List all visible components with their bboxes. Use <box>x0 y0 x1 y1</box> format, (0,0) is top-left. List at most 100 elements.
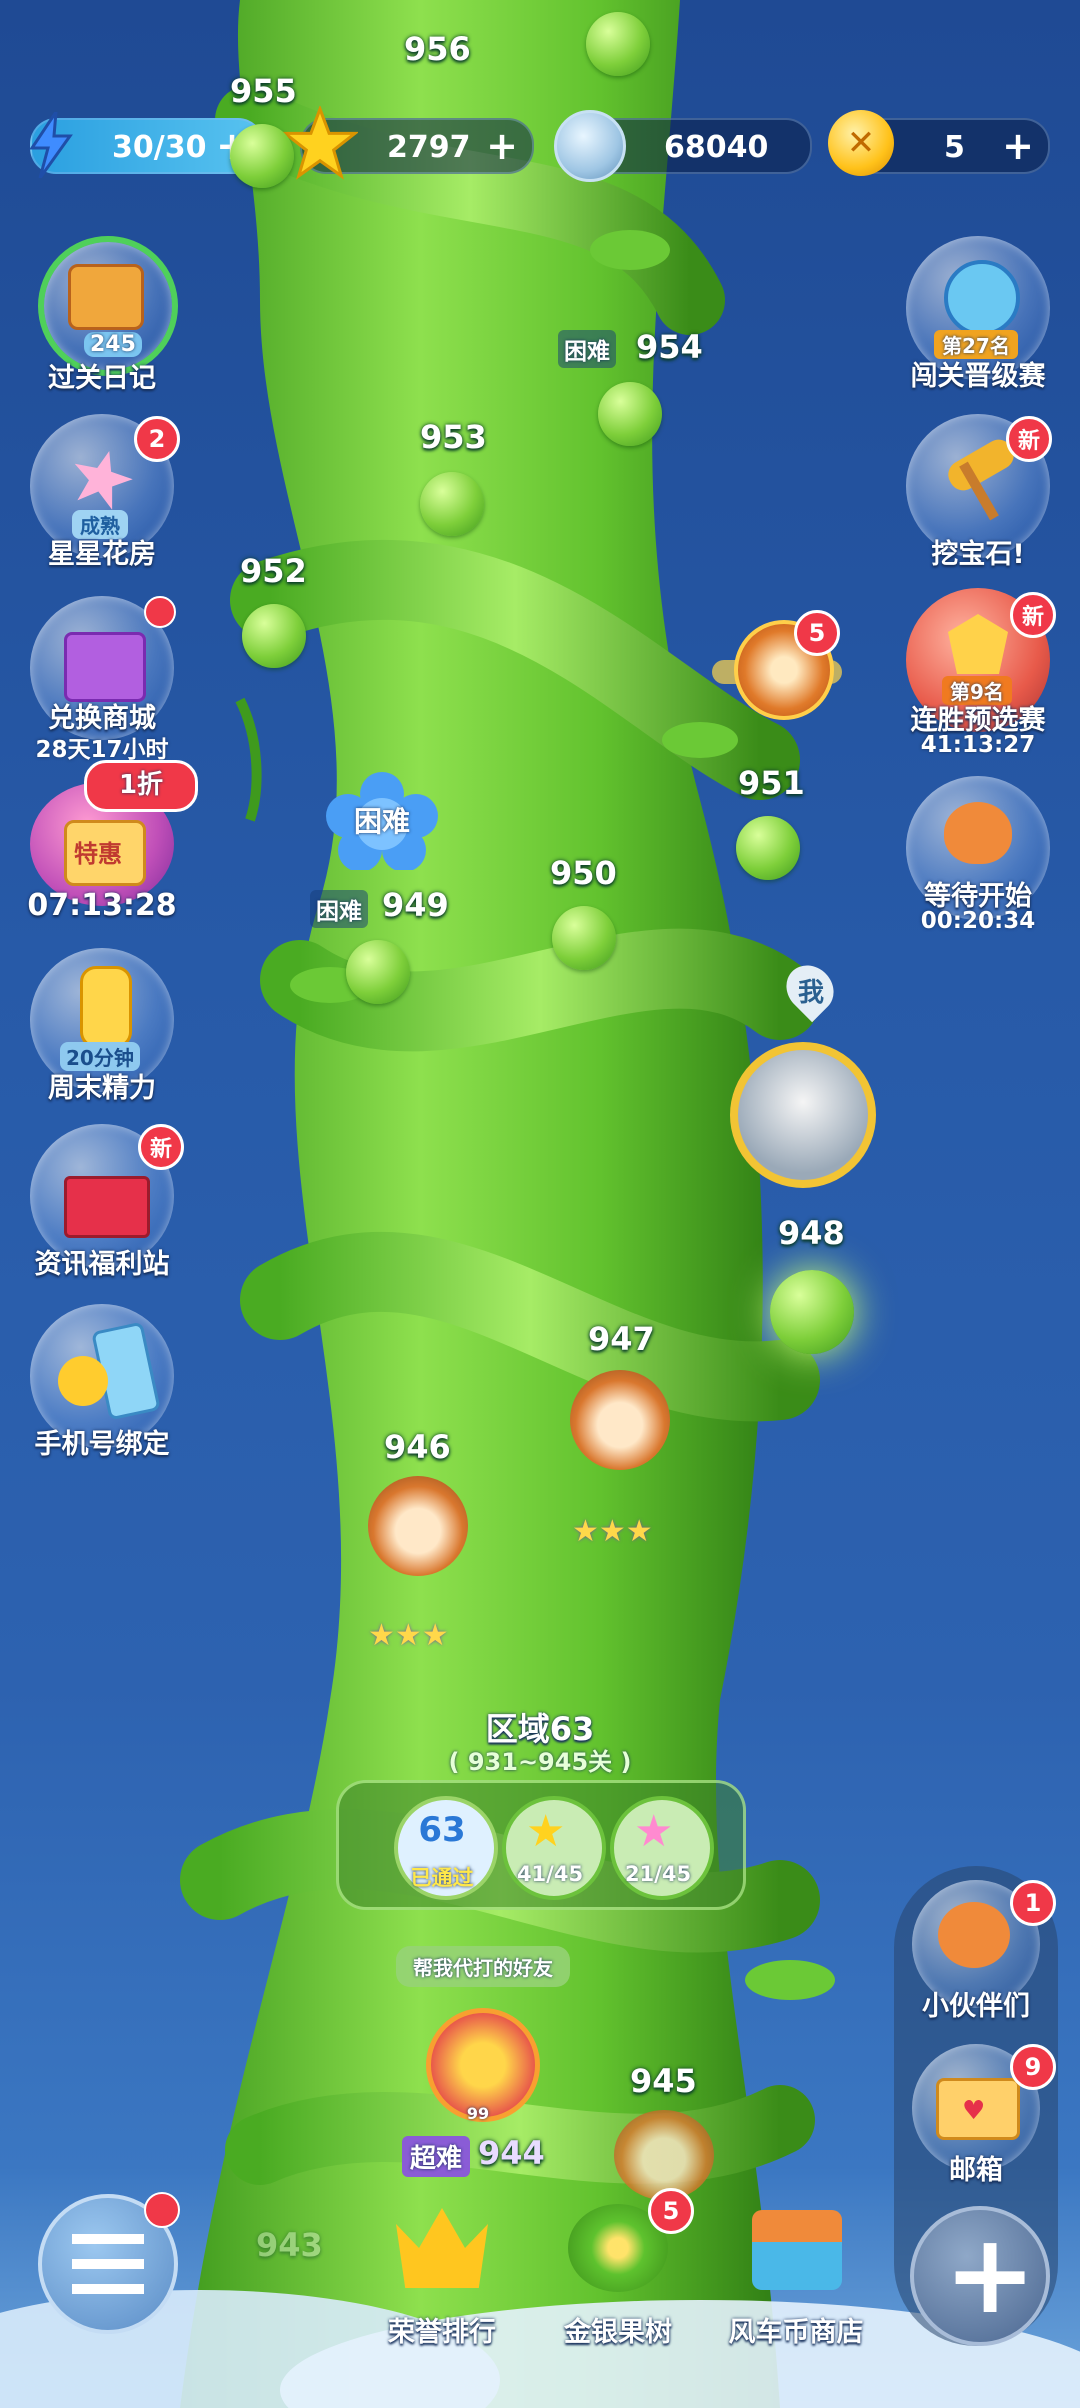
stars-value: 2797 <box>387 130 471 165</box>
exchange-shop-button[interactable]: 兑换商城 28天17小时 <box>22 592 182 763</box>
player-avatar[interactable] <box>730 1042 876 1188</box>
wait-start-button[interactable]: 等待开始 00:20:34 <box>898 772 1058 952</box>
main-menu-button[interactable] <box>38 2192 180 2334</box>
diary-button[interactable]: 245 过关日记 <box>22 232 182 394</box>
level-node-945[interactable] <box>614 2110 714 2200</box>
stars-plus-button[interactable]: + <box>486 124 518 168</box>
level-tag-944: 超难 <box>402 2136 471 2177</box>
special-offer-timer: 07:13:28 <box>27 888 177 923</box>
mail-badge: 9 <box>1010 2044 1056 2090</box>
level-number-954: 954 <box>636 328 703 366</box>
level-number-956: 956 <box>404 30 471 68</box>
fox-icon <box>944 802 1012 864</box>
level-node-954[interactable] <box>598 382 662 446</box>
crown-icon <box>396 2208 488 2288</box>
level-number-949: 949 <box>382 886 449 924</box>
hard-flower-marker: 困难 <box>322 770 442 872</box>
win-streak-button[interactable]: 第9名 新 连胜预选赛 41:13:27 <box>898 584 1058 764</box>
news-welfare-badge: 新 <box>138 1124 184 1170</box>
region-passed: 已通过 <box>410 1866 474 1890</box>
win-streak-badge: 新 <box>1010 592 1056 638</box>
windmill-shop-icon <box>752 2210 842 2290</box>
special-offer-button[interactable]: 特惠 1折 07:13:28 <box>22 758 198 928</box>
energy-counter[interactable]: 30/30 + <box>29 112 264 178</box>
level-number-946: 946 <box>384 1428 451 1466</box>
win-streak-timer: 41:13:27 <box>920 732 1036 758</box>
level-node-952[interactable] <box>242 604 306 668</box>
partners-badge: 1 <box>1010 1880 1056 1926</box>
diary-icon <box>68 264 144 330</box>
phone-bind-button[interactable]: 手机号绑定 <box>22 1300 182 1460</box>
flower-house-badge: 2 <box>134 416 180 462</box>
level-stars-946: ★★★ <box>368 1618 449 1653</box>
exchange-shop-icon <box>64 632 146 702</box>
level-race-button[interactable]: 第27名 闯关晋级赛 <box>898 232 1058 392</box>
main-menu-dot <box>144 2192 180 2228</box>
level-number-951: 951 <box>738 764 805 802</box>
region-rainbow-count: 21/45 <box>624 1862 692 1886</box>
fruit-tree-label: 金银果树 <box>564 2317 672 2348</box>
wheel-badge: 5 <box>794 610 840 656</box>
add-button[interactable]: + <box>910 2206 1050 2346</box>
phone-bind-label: 手机号绑定 <box>34 1429 170 1460</box>
level-node-948[interactable] <box>770 1270 854 1354</box>
fortune-wheel-button[interactable]: 5 <box>712 610 842 730</box>
weekend-energy-button[interactable]: 20分钟 周末精力 <box>22 944 182 1104</box>
friend-help-tooltip: 帮我代打的好友 <box>396 1946 570 1987</box>
silver-coin-icon <box>554 110 626 182</box>
level-node-947[interactable] <box>570 1370 670 1470</box>
star-icon <box>282 106 358 180</box>
level-number-948: 948 <box>778 1214 845 1252</box>
mail-button[interactable]: ♥ 9 邮箱 <box>906 2044 1056 2194</box>
exchange-shop-dot <box>144 596 176 628</box>
plus-icon: + <box>944 2210 1037 2338</box>
energy-value: 30/30 <box>112 130 207 165</box>
mail-label: 邮箱 <box>949 2155 1003 2186</box>
energy-bottle-icon <box>80 966 132 1048</box>
level-node-950[interactable] <box>552 906 616 970</box>
discount-tag: 1折 <box>84 760 198 812</box>
news-welfare-label: 资讯福利站 <box>34 1249 170 1280</box>
windmill-shop-button[interactable]: 风车币商店 <box>716 2200 876 2350</box>
region-rainbow-star-icon: ★ <box>634 1806 674 1857</box>
level-number-943: 943 <box>256 2226 323 2264</box>
flower-house-label: 星星花房 <box>48 539 156 570</box>
tickets-counter[interactable]: ✕ 5 + <box>828 110 1050 176</box>
tickets-value: 5 <box>944 130 965 165</box>
tickets-plus-button[interactable]: + <box>1002 124 1034 168</box>
lightning-icon <box>29 112 73 178</box>
region-stars-count: 41/45 <box>516 1862 584 1886</box>
dig-gems-button[interactable]: 新 挖宝石! <box>898 410 1058 570</box>
region-number: 63 <box>418 1810 466 1850</box>
me-label: 我 <box>797 978 824 1008</box>
level-node-956[interactable] <box>586 12 650 76</box>
partners-button[interactable]: 1 小伙伴们 <box>906 1880 1056 2030</box>
diary-label: 过关日记 <box>48 363 156 394</box>
honor-ranking-button[interactable]: 荣誉排行 <box>372 2200 512 2350</box>
region-star-icon: ★ <box>526 1806 566 1857</box>
level-number-953: 953 <box>420 418 487 456</box>
weekend-energy-label: 周末精力 <box>48 1073 156 1104</box>
flower-tag: 困难 <box>353 805 410 838</box>
level-node-955[interactable] <box>230 124 294 188</box>
level-node-946[interactable] <box>368 1476 468 1576</box>
flower-house-button[interactable]: 成熟 2 星星花房 <box>22 410 182 570</box>
level-number-945: 945 <box>630 2062 697 2100</box>
news-welfare-button[interactable]: 新 资讯福利站 <box>22 1120 184 1280</box>
dig-gems-badge: 新 <box>1006 416 1052 462</box>
friend-helper-level: 99 <box>466 2104 490 2123</box>
level-tag-949: 困难 <box>310 890 368 928</box>
partners-icon <box>938 1902 1010 1968</box>
stars-counter[interactable]: 2797 + <box>282 106 534 180</box>
level-node-953[interactable] <box>420 472 484 536</box>
level-number-944: 944 <box>478 2134 545 2172</box>
gold-x-coin-icon: ✕ <box>828 110 894 176</box>
fruit-tree-button[interactable]: 5 金银果树 <box>548 2188 694 2350</box>
level-node-951[interactable] <box>736 816 800 880</box>
dig-gems-label: 挖宝石! <box>931 539 1025 570</box>
level-number-947: 947 <box>588 1320 655 1358</box>
fruit-tree-badge: 5 <box>648 2188 694 2234</box>
level-node-949[interactable] <box>346 940 410 1004</box>
level-tag-954: 困难 <box>558 330 616 368</box>
coins-counter[interactable]: 68040 <box>554 110 812 182</box>
